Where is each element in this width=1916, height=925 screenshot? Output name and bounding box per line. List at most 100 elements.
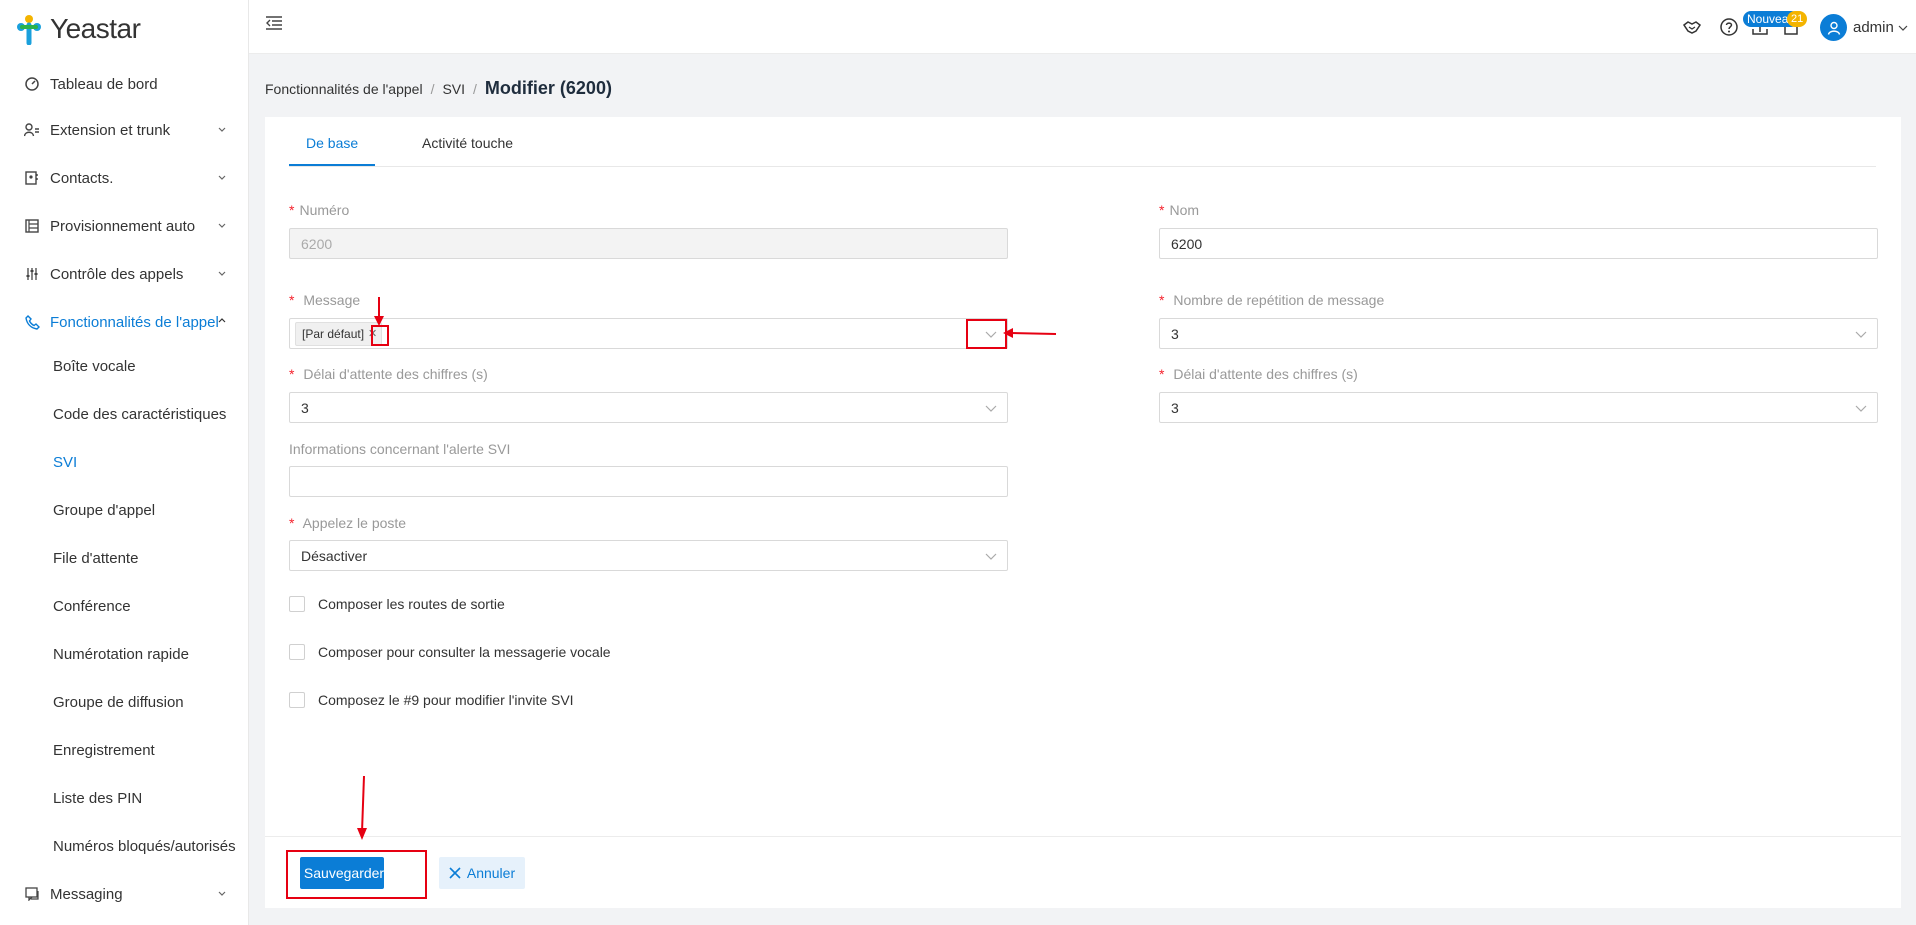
- cancel-label: Annuler: [466, 865, 516, 881]
- contacts-icon: [24, 170, 40, 186]
- chevron-down-icon: [1855, 405, 1867, 412]
- sidebar-subitem-blocked-numbers[interactable]: Numéros bloqués/autorisés: [53, 822, 236, 870]
- sidebar-item-contacts[interactable]: Contacts.: [0, 154, 249, 202]
- sidebar-subitem-ring-group[interactable]: Groupe d'appel: [53, 486, 155, 534]
- poste-select[interactable]: Désactiver: [289, 540, 1008, 571]
- required-mark: *: [1159, 292, 1165, 308]
- poste-label: * Appelez le poste: [289, 515, 407, 531]
- tag-remove-icon[interactable]: ✕: [368, 327, 377, 340]
- chevron-down-icon: [1898, 25, 1908, 31]
- checkbox-outbound-routes[interactable]: Composer les routes de sortie: [289, 596, 505, 612]
- chevron-down-icon: [218, 175, 226, 180]
- alerte-label: Informations concernant l'alerte SVI: [289, 441, 511, 457]
- chevron-down-icon: [985, 553, 997, 560]
- username: admin: [1853, 19, 1894, 36]
- checkbox-label: Composer pour consulter la messagerie vo…: [318, 644, 611, 660]
- sidebar-subitem-speed-dial[interactable]: Numérotation rapide: [53, 630, 189, 678]
- sidebar-subitem-ivr[interactable]: SVI: [53, 438, 77, 486]
- sidebar-subitem-conference[interactable]: Conférence: [53, 582, 131, 630]
- nom-field[interactable]: [1159, 228, 1878, 259]
- tab-basic[interactable]: De base: [306, 135, 358, 151]
- checkbox[interactable]: [289, 644, 305, 660]
- chevron-up-icon: [218, 318, 226, 323]
- top-header: [249, 0, 1916, 54]
- page-title: Modifier (6200): [484, 78, 612, 98]
- sidebar-item-extension-trunk[interactable]: Extension et trunk: [0, 106, 249, 154]
- repetition-select[interactable]: 3: [1159, 318, 1878, 349]
- repetition-label: * Nombre de repétition de message: [1159, 292, 1385, 308]
- sidebar-subitem-recording[interactable]: Enregistrement: [53, 726, 155, 774]
- cancel-button[interactable]: Annuler: [439, 857, 525, 889]
- sidebar-item-label: Extension et trunk: [50, 121, 171, 139]
- save-button[interactable]: Sauvegarder: [300, 857, 384, 889]
- sidebar-item-call-features[interactable]: Fonctionnalités de l'appel: [0, 298, 249, 346]
- delai-label: * Délai d'attente des chiffres (s): [289, 366, 488, 382]
- sidebar-subitem-voicemail[interactable]: Boîte vocale: [53, 342, 136, 390]
- logo: Yeastar: [16, 12, 141, 46]
- sidebar-item-provisioning[interactable]: Provisionnement auto: [0, 202, 249, 250]
- sidebar-item-call-control[interactable]: Contrôle des appels: [0, 250, 249, 298]
- required-mark: *: [289, 202, 295, 218]
- checkbox[interactable]: [289, 596, 305, 612]
- sidebar-item-messaging[interactable]: Messaging: [0, 870, 249, 918]
- sidebar-item-label: Messaging: [50, 885, 123, 903]
- numero-field[interactable]: [289, 228, 1008, 259]
- call-control-icon: [24, 266, 40, 282]
- chevron-down-icon: [218, 223, 226, 228]
- sidebar-subitem-feature-codes[interactable]: Code des caractéristiques: [53, 390, 226, 438]
- user-menu[interactable]: admin: [1853, 19, 1908, 36]
- required-mark: *: [289, 292, 295, 308]
- phone-icon: [24, 314, 40, 330]
- chevron-down-icon[interactable]: [985, 329, 997, 339]
- breadcrumb-ivr[interactable]: SVI: [442, 81, 465, 97]
- breadcrumb-call-features[interactable]: Fonctionnalités de l'appel: [265, 81, 423, 97]
- chevron-down-icon: [218, 271, 226, 276]
- required-mark: *: [289, 515, 295, 531]
- nom-label: * Nom: [1159, 202, 1200, 218]
- required-mark: *: [1159, 202, 1165, 218]
- sidebar-subitem-queue[interactable]: File d'attente: [53, 534, 138, 582]
- required-mark: *: [1159, 366, 1165, 382]
- tab-key-press-event[interactable]: Activité touche: [422, 135, 513, 151]
- close-icon: [449, 867, 461, 879]
- repetition-value: 3: [1171, 325, 1179, 342]
- sidebar-subitem-paging[interactable]: Groupe de diffusion: [53, 678, 184, 726]
- checkbox[interactable]: [289, 692, 305, 708]
- user-icon: [1827, 21, 1840, 35]
- chevron-down-icon: [218, 127, 226, 132]
- delai-value-2: 3: [1171, 399, 1179, 416]
- checkbox-voicemail[interactable]: Composer pour consulter la messagerie vo…: [289, 644, 611, 660]
- checkbox-label: Composez le #9 pour modifier l'invite SV…: [318, 692, 574, 708]
- breadcrumb-separator: /: [473, 81, 477, 97]
- active-tab-indicator: [289, 164, 375, 166]
- handshake-icon[interactable]: [1682, 17, 1702, 37]
- help-icon[interactable]: [1719, 17, 1739, 37]
- delai-select[interactable]: 3: [289, 392, 1008, 423]
- breadcrumb-separator: /: [430, 81, 435, 97]
- footer-divider: [265, 836, 1901, 837]
- menu-collapse-icon[interactable]: [265, 15, 283, 31]
- sidebar-item-label: Contrôle des appels: [50, 265, 184, 283]
- tag-label: [Par défaut]: [302, 326, 365, 341]
- sidebar-item-label: Tableau de bord: [50, 75, 158, 93]
- yeastar-logo-icon: [17, 15, 41, 45]
- delai-label-2: * Délai d'attente des chiffres (s): [1159, 366, 1358, 382]
- tabs-divider: [289, 166, 1876, 167]
- chevron-down-icon: [218, 891, 226, 896]
- avatar[interactable]: [1820, 14, 1847, 41]
- message-select[interactable]: [Par défaut] ✕: [289, 318, 1008, 349]
- alerte-field[interactable]: [289, 466, 1008, 497]
- selected-tag: [Par défaut] ✕: [295, 321, 383, 346]
- chevron-down-icon: [1855, 331, 1867, 338]
- sidebar-item-label: Fonctionnalités de l'appel: [50, 313, 219, 331]
- checkbox-label: Composer les routes de sortie: [318, 596, 505, 612]
- message-label: * Message: [289, 292, 361, 308]
- sidebar-item-dashboard[interactable]: Tableau de bord: [0, 60, 249, 108]
- delai-value: 3: [301, 399, 309, 416]
- sidebar-subitem-pin-list[interactable]: Liste des PIN: [53, 774, 142, 822]
- poste-value: Désactiver: [301, 547, 368, 564]
- save-label: Sauvegarder: [303, 865, 385, 881]
- checkbox-dial-9[interactable]: Composez le #9 pour modifier l'invite SV…: [289, 692, 574, 708]
- delai-select-2[interactable]: 3: [1159, 392, 1878, 423]
- dashboard-icon: [24, 76, 40, 92]
